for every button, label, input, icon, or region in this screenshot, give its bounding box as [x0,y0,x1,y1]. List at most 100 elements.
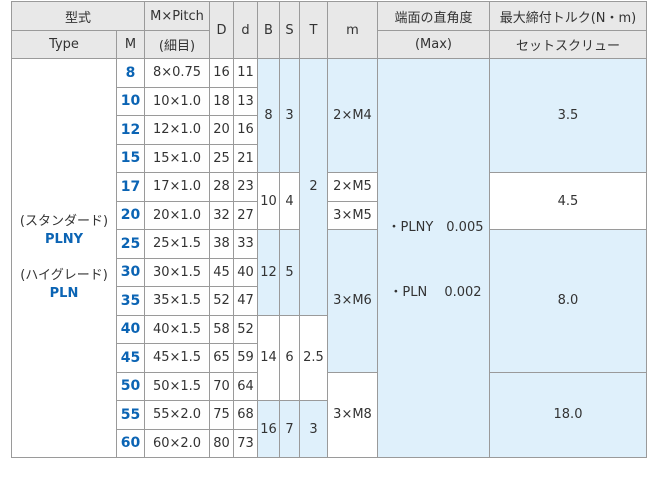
d-outer: 70 [209,371,234,401]
s-value: 5 [279,229,300,316]
pitch: 60×2.0 [144,428,210,458]
d-outer: 16 [209,58,234,88]
s-value: 6 [279,314,300,401]
pitch: 8×0.75 [144,58,210,88]
b-value: 14 [257,314,280,401]
d-outer: 80 [209,428,234,458]
squareness-cell: ・PLNY 0.005 ・PLN 0.002 [377,58,490,458]
table-row: (スタンダード) PLNY (ハイグレード) PLN 8 8×0.75 16 1… [11,58,647,458]
b-value: 10 [257,172,280,230]
b-value: 8 [257,58,280,173]
header-fine: (細目) [144,30,210,59]
standard-label: (スタンダード) [19,213,109,229]
header-d: d [233,1,258,59]
pitch: 15×1.0 [144,143,210,173]
d-outer: 38 [209,229,234,259]
pitch: 20×1.0 [144,200,210,230]
header-model: 型式 [11,1,145,31]
standard-name: PLNY [44,231,84,247]
m-size: 10 [116,86,145,116]
d-outer: 25 [209,143,234,173]
d-outer: 45 [209,257,234,287]
pitch: 12×1.0 [144,115,210,145]
m-screw: 3×M6 [327,229,378,373]
m-size: 15 [116,143,145,173]
b-value: 12 [257,229,280,316]
pitch: 30×1.5 [144,257,210,287]
d-outer: 52 [209,286,234,316]
header-m-pitch: M×Pitch [144,1,210,31]
pitch: 35×1.5 [144,286,210,316]
m-size: 50 [116,371,145,401]
m-size: 60 [116,428,145,458]
m-size: 20 [116,200,145,230]
m-size: 40 [116,314,145,344]
pitch: 55×2.0 [144,400,210,430]
m-size: 25 [116,229,145,259]
s-value: 7 [279,400,300,458]
header-m: m [327,1,378,59]
spec-table: 型式 M×Pitch D d B S T m 端面の直角度 最大締付トルク(N・… [11,1,647,458]
pitch: 40×1.5 [144,314,210,344]
torque-value: 8.0 [489,229,647,373]
d-outer: 18 [209,86,234,116]
torque-value: 4.5 [489,172,647,230]
d-inner: 33 [233,229,258,259]
d-inner: 47 [233,286,258,316]
header-D: D [209,1,234,59]
pitch: 50×1.5 [144,371,210,401]
d-outer: 28 [209,172,234,202]
high-label: (ハイグレード) [20,268,108,283]
d-inner: 52 [233,314,258,344]
header-max: (Max) [377,30,490,59]
type-cell: (スタンダード) PLNY (ハイグレード) PLN [11,58,117,458]
header-B: B [257,1,280,59]
d-inner: 27 [233,200,258,230]
d-inner: 21 [233,143,258,173]
header-M: M [116,30,145,59]
m-size: 12 [116,115,145,145]
header-S: S [279,1,300,59]
pitch: 25×1.5 [144,229,210,259]
m-size: 30 [116,257,145,287]
m-screw: 3×M8 [327,371,378,458]
s-value: 3 [279,58,300,173]
m-size: 8 [116,58,145,88]
d-outer: 20 [209,115,234,145]
d-outer: 75 [209,400,234,430]
torque-value: 3.5 [489,58,647,173]
header-set-screw: セットスクリュー [489,30,647,59]
header-T: T [299,1,328,59]
d-inner: 64 [233,371,258,401]
high-name: PLN [49,286,79,302]
d-inner: 23 [233,172,258,202]
header-squareness: 端面の直角度 [377,1,490,31]
squareness-plny: ・PLNY 0.005 [387,220,484,235]
m-screw: 2×M4 [327,58,378,173]
m-screw: 2×M5 [327,172,378,202]
m-size: 35 [116,286,145,316]
d-inner: 73 [233,428,258,458]
s-value: 4 [279,172,300,230]
t-value: 2.5 [299,314,328,401]
m-size: 45 [116,343,145,373]
d-inner: 11 [233,58,258,88]
header-type: Type [11,30,117,59]
d-outer: 32 [209,200,234,230]
m-size: 17 [116,172,145,202]
t-value: 2 [299,58,328,316]
pitch: 17×1.0 [144,172,210,202]
d-outer: 65 [209,343,234,373]
m-screw: 3×M5 [327,200,378,230]
d-inner: 16 [233,115,258,145]
torque-value: 18.0 [489,371,647,458]
m-size: 55 [116,400,145,430]
header-torque: 最大締付トルク(N・m) [489,1,647,31]
d-inner: 59 [233,343,258,373]
squareness-pln: ・PLN 0.002 [389,285,482,300]
d-inner: 68 [233,400,258,430]
b-value: 16 [257,400,280,458]
d-outer: 58 [209,314,234,344]
pitch: 10×1.0 [144,86,210,116]
t-value: 3 [299,400,328,458]
